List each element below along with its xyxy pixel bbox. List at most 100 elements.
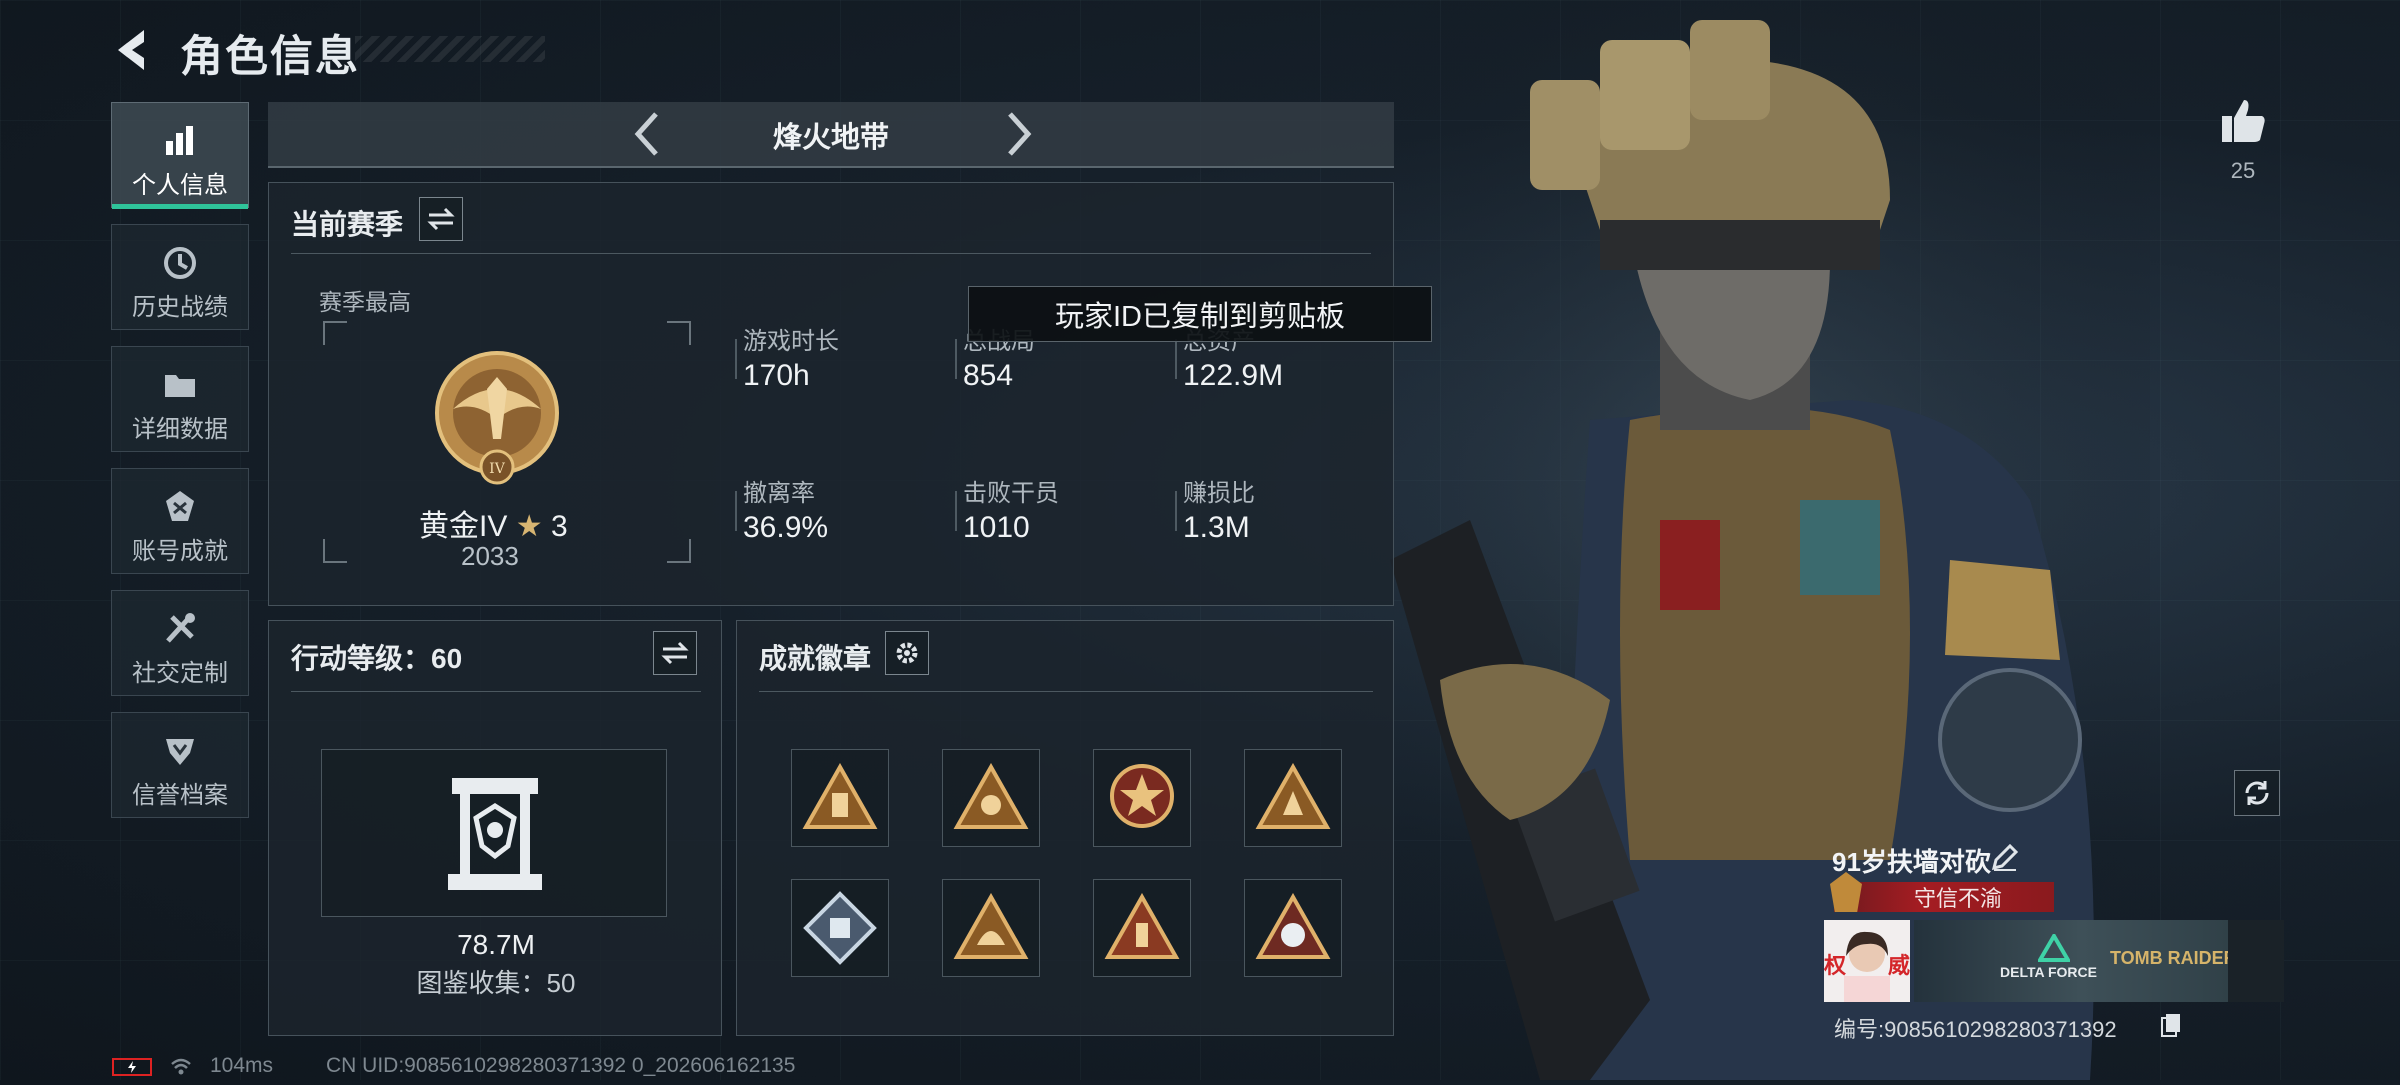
chevron-left-icon [118,30,144,70]
rank-score: 2033 [461,541,519,571]
collection-count: 图鉴收集：50 [416,968,576,998]
season-panel: 当前赛季 赛季最高 IV 黄金IV ★ 3 2033 游戏时长 170h 总战局… [268,182,1394,606]
title-decoration [355,36,545,62]
sidebar-item-achievements[interactable]: 账号成就 [111,468,249,574]
like-button[interactable] [2218,96,2268,146]
stat-label: 赚损比 [1183,480,1255,507]
stat-value: 854 [963,359,1014,392]
badge-slot[interactable] [1244,879,1342,977]
stat-label: 击败干员 [963,480,1059,507]
star-icon: ★ [515,510,543,543]
edit-name-button[interactable] [1990,842,2020,872]
frame-corner [323,539,347,563]
wifi-icon [170,1056,192,1076]
badge-star-icon [1110,764,1174,828]
back-button[interactable] [108,24,158,76]
folder-icon [165,375,195,397]
badge-slot[interactable] [1093,879,1191,977]
sidebar-item-label: 信誉档案 [132,782,228,809]
sidebar-item-label: 社交定制 [132,660,228,687]
sidebar-item-social[interactable]: 社交定制 [111,590,249,696]
frame-corner [667,539,691,563]
badge-triangle-icon [953,763,1029,829]
sidebar-item-history[interactable]: 历史战绩 [111,224,249,330]
badge-diamond-icon [803,891,877,965]
frame-corner [667,321,691,345]
stat-divider [735,491,737,531]
badge-triangle-icon [1255,893,1331,959]
swap-icon [427,207,455,231]
shield-icon [166,739,194,765]
badge-settings-button[interactable] [885,631,929,675]
svg-text:IV: IV [489,461,506,477]
player-avatar[interactable]: 权威 [1824,920,1910,1002]
sidebar-item-profile[interactable]: 个人信息 [111,102,249,209]
stat-divider [955,339,957,379]
gold-rank-icon: IV [435,351,559,485]
tools-icon [166,613,195,643]
action-level-panel: 行动等级：60 78.7M 图鉴收集：50 [268,620,722,1036]
badge-slot[interactable] [791,879,889,977]
title-badge: 守信不渝 [1830,872,2054,912]
season-best-label: 赛季最高 [319,289,411,315]
badge-slot[interactable] [942,749,1040,847]
badge-slot[interactable] [1244,749,1342,847]
player-id: 编号:9085610298280371392 [1834,1017,2117,1042]
clock-icon [164,247,196,279]
delta-logo-icon [2038,934,2070,962]
stat-value: 122.9M [1183,359,1284,392]
stat-divider [735,339,737,379]
sidebar-item-credit[interactable]: 信誉档案 [111,712,249,818]
divider [291,253,1371,254]
badge-slot[interactable] [942,879,1040,977]
page-title: 角色信息 [180,33,360,81]
switch-season-button[interactable] [419,197,463,241]
switch-level-button[interactable] [653,631,697,675]
player-name: 91岁扶墙对砍 [1832,847,1991,877]
rank-name: 黄金IV [419,510,508,543]
banner-text-delta: DELTA FORCE [2000,964,2097,980]
thumbs-up-icon [2222,100,2265,142]
copy-id-button[interactable] [2160,1012,2182,1038]
refresh-button[interactable] [2234,770,2280,816]
action-level-title: 行动等级：60 [291,643,463,674]
next-mode-button[interactable] [996,110,1040,158]
level-display [321,749,667,917]
badge-triangle-icon [802,763,878,829]
sidebar-item-label: 历史战绩 [132,294,228,321]
stat-label: 游戏时长 [743,328,839,355]
badges-panel: 成就徽章 [736,620,1394,1036]
like-count: 25 [2230,158,2256,183]
sidebar-item-label: 账号成就 [132,538,228,565]
refresh-icon [2245,781,2269,805]
badge-slot[interactable] [791,749,889,847]
sidebar-item-label: 详细数据 [132,416,228,443]
sidebar-item-details[interactable]: 详细数据 [111,346,249,452]
character-model [1330,0,2150,1080]
stat-value: 1.3M [1183,511,1250,544]
divider [291,691,701,692]
badge-triangle-icon [1255,763,1331,829]
badge-triangle-icon [953,893,1029,959]
avatar-char: 权 [1824,953,1847,978]
bar-chart-icon [166,126,193,155]
badges-title: 成就徽章 [759,643,872,674]
level-value: 78.7M [457,929,535,960]
swap-icon [661,641,689,665]
gear-icon [896,642,918,664]
stat-label: 撤离率 [743,480,815,507]
badge-slot[interactable] [1093,749,1191,847]
copy-toast: 玩家ID已复制到剪贴板 [968,286,1432,342]
level-pedestal-icon [448,778,542,890]
stat-divider [1175,491,1177,531]
player-banner[interactable]: DELTA FORCE TOMB RAIDER [1914,920,2284,1002]
avatar-text: 权威 [1824,948,1910,980]
mode-name: 烽火地带 [772,122,889,154]
copy-icon [2161,1014,2180,1037]
rank-emblem: IV [429,349,565,485]
stat-value: 1010 [963,511,1030,544]
rank-line: 黄金IV ★ 3 [419,501,568,545]
sidebar-item-label: 个人信息 [132,172,228,199]
banner-text-tomb: TOMB RAIDER [2110,948,2237,968]
divider [759,691,1373,692]
